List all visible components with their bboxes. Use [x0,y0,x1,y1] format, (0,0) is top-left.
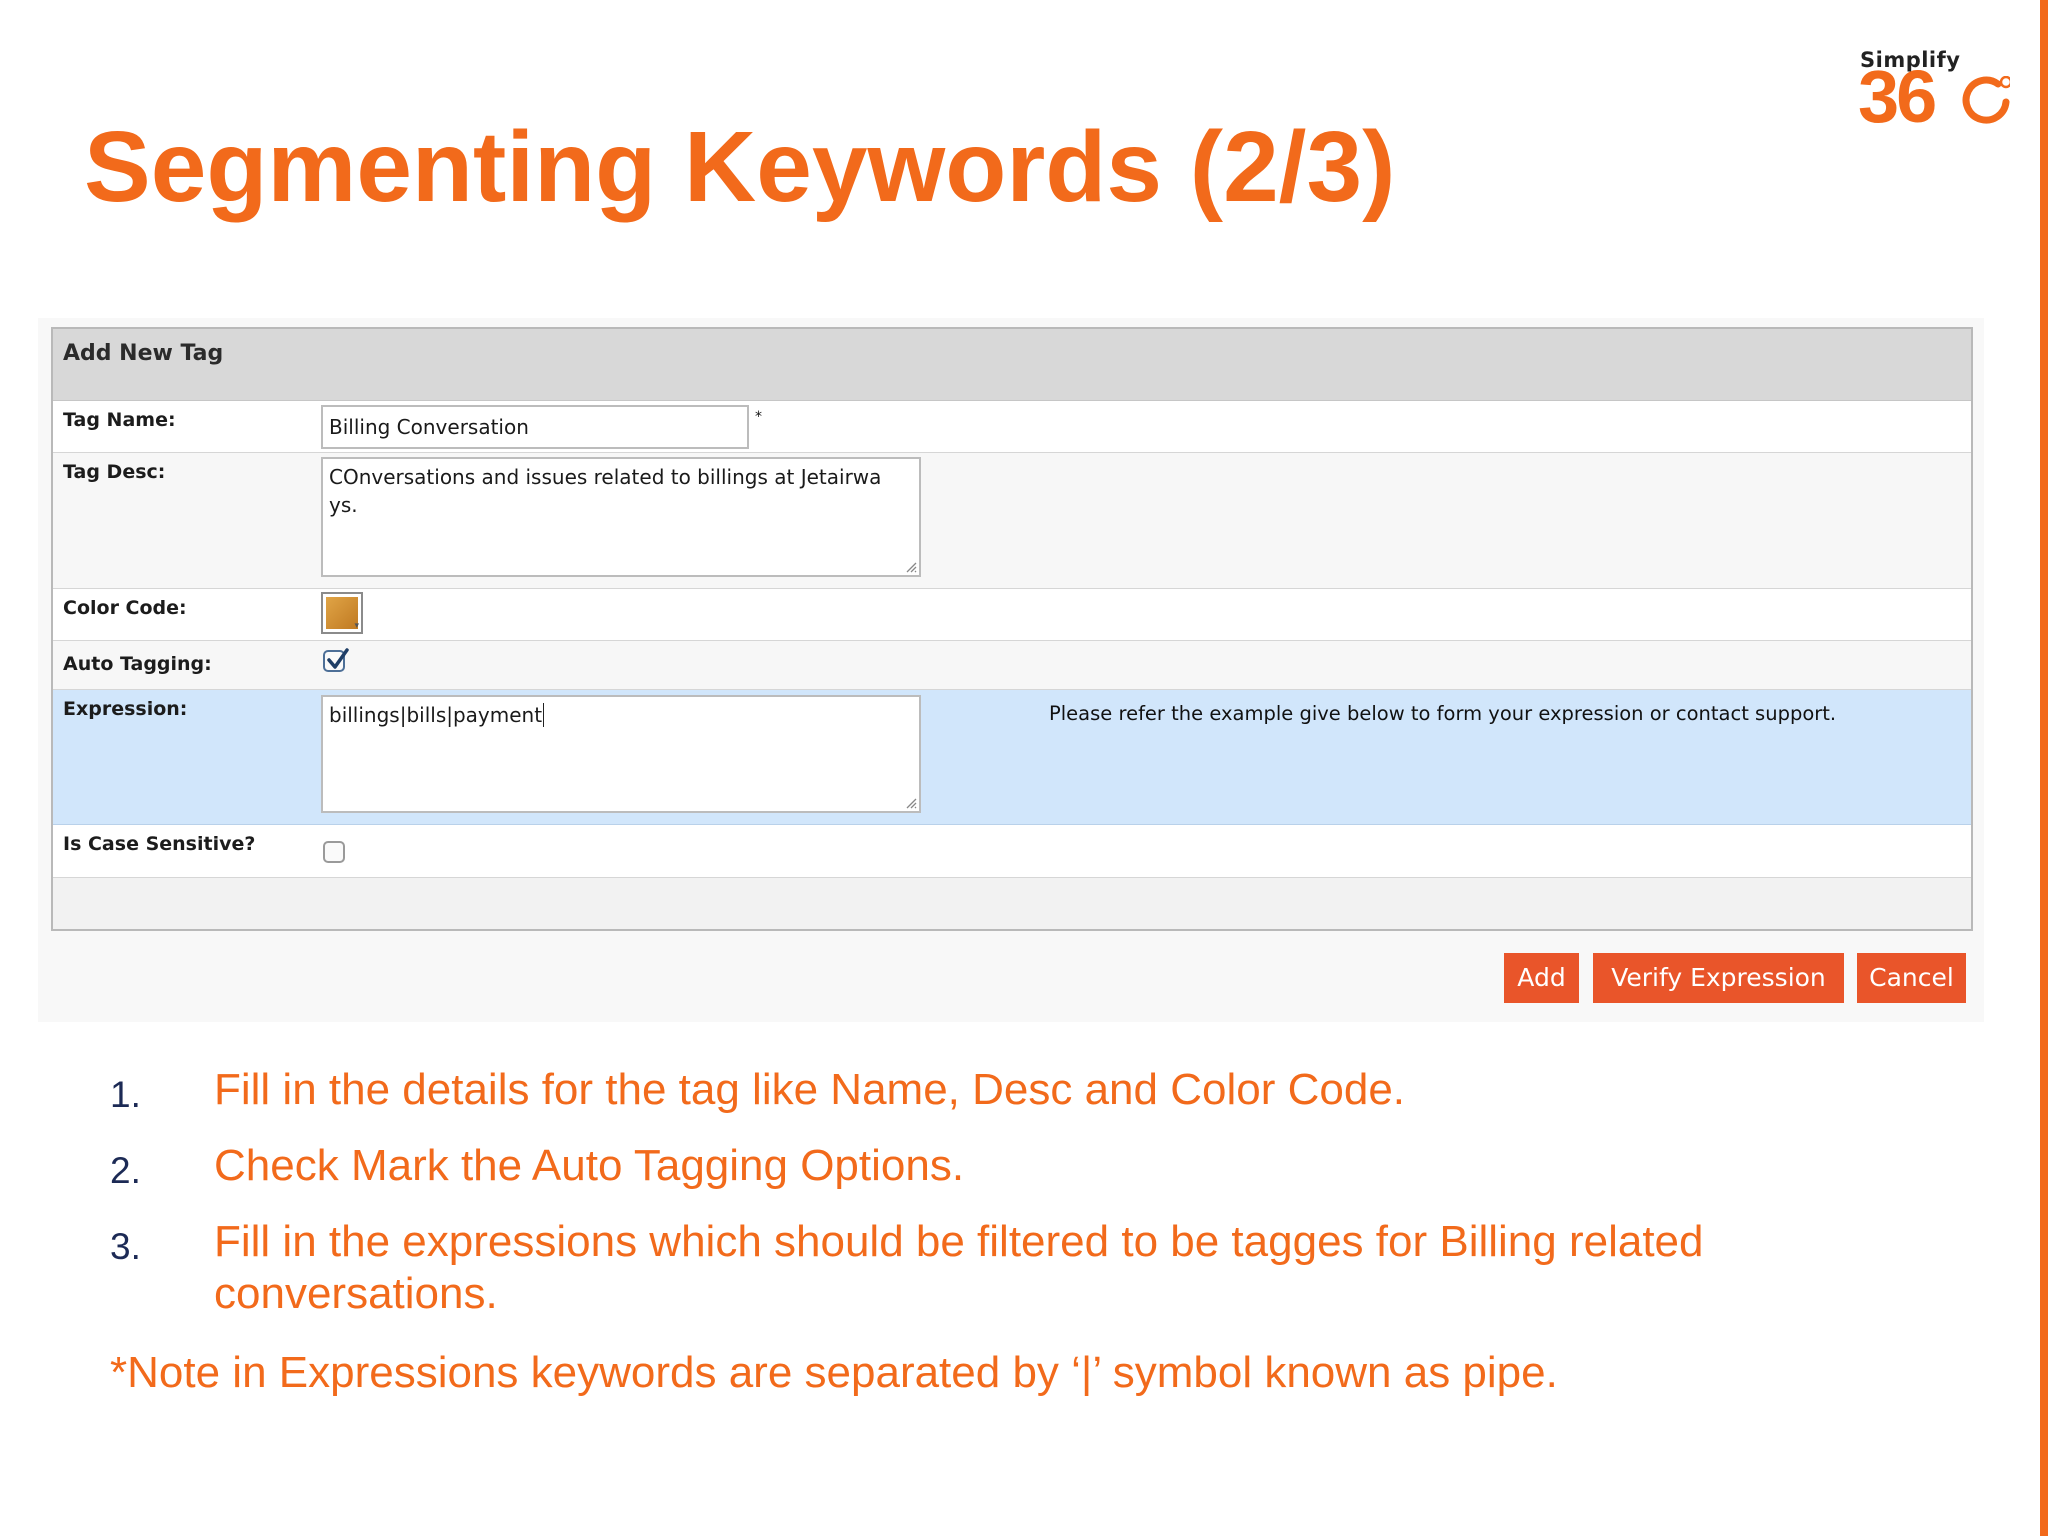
expression-textarea[interactable]: billings|bills|payment [321,695,921,813]
checkmark-icon [327,648,349,669]
tag-name-row: Tag Name: Billing Conversation * [53,401,1971,453]
auto-tagging-row: Auto Tagging: [53,641,1971,690]
expression-label: Expression: [63,698,188,720]
expression-row: Expression: billings|bills|payment Pleas… [53,690,1971,825]
expression-value: billings|bills|payment [329,703,543,727]
step-text: Check Mark the Auto Tagging Options. [214,1141,965,1190]
add-button[interactable]: Add [1504,953,1579,1003]
form-header: Add New Tag [53,329,1971,401]
step-text: Fill in the expressions which should be … [214,1217,1704,1318]
auto-tagging-label: Auto Tagging: [63,653,212,675]
form-header-title: Add New Tag [63,341,224,366]
tag-name-label: Tag Name: [63,409,176,431]
tag-name-value: Billing Conversation [329,415,529,439]
tag-desc-row: Tag Desc: COnversations and issues relat… [53,453,1971,589]
expression-hint: Please refer the example give below to f… [1049,702,1837,725]
slide-edge-stripe [2040,0,2048,1536]
tag-name-input[interactable]: Billing Conversation [321,405,749,449]
form-footer-spacer [53,878,1971,929]
case-sensitive-row: Is Case Sensitive? [53,825,1971,878]
color-code-row: Color Code: ▾ [53,589,1971,641]
simplify360-logo: Simplify 36 [1858,48,2018,138]
chevron-down-icon: ▾ [354,621,359,631]
logo-ring-icon [1962,76,2010,124]
required-asterisk: * [755,409,762,425]
tag-desc-textarea[interactable]: COnversations and issues related to bill… [321,457,921,577]
tag-desc-value: COnversations and issues related to bill… [329,465,882,517]
color-picker-swatch[interactable]: ▾ [321,592,363,634]
case-sensitive-label: Is Case Sensitive? [63,833,256,855]
pipe-note: *Note in Expressions keywords are separa… [110,1348,1558,1397]
auto-tagging-checkbox[interactable] [323,648,349,672]
color-swatch-fill [326,597,358,629]
add-new-tag-form: Add New Tag Tag Name: Billing Conversati… [51,327,1973,931]
logo-number-text: 36 [1858,55,1937,138]
step-text: Fill in the details for the tag like Nam… [214,1065,1406,1114]
resize-grip-icon[interactable] [905,561,917,573]
step-number: 1. [110,1074,141,1115]
case-sensitive-checkbox[interactable] [323,841,345,863]
step-number: 2. [110,1150,141,1191]
step-number: 3. [110,1226,141,1267]
cancel-button[interactable]: Cancel [1857,953,1966,1003]
resize-grip-icon[interactable] [905,797,917,809]
color-code-label: Color Code: [63,597,187,619]
text-cursor [543,703,545,727]
verify-expression-button[interactable]: Verify Expression [1593,953,1844,1003]
tag-desc-label: Tag Desc: [63,461,166,483]
slide-title: Segmenting Keywords (2/3) [84,111,1396,223]
